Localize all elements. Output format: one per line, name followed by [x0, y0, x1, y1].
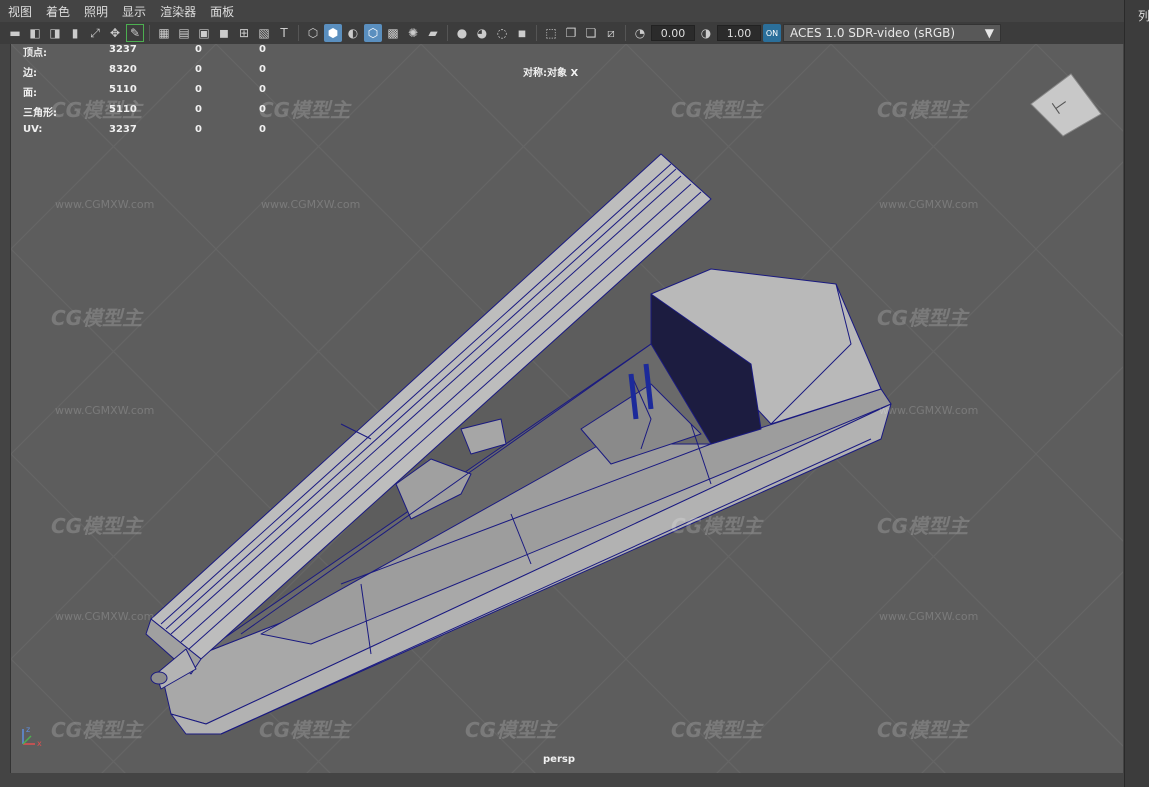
viewport-toolbar: ▬ ◧ ◨ ▮ ⤢ ✥ ✎ ▦ ▤ ▣ ◼ ⊞ ▧ T ⬡ ⬢ ◐ ⬡ ▩ ✺ … [0, 22, 1124, 44]
color-management-toggle[interactable]: ON [763, 24, 781, 42]
viewport-persp[interactable]: ⊢ z x 顶点: 3237 0 0 边: 8320 0 0 面: 5110 0… [10, 44, 1123, 773]
hud-label: 顶点: [23, 48, 47, 59]
chevron-down-icon: ▼ [984, 26, 994, 40]
watermark-logo: CG模型主 [259, 98, 351, 122]
watermark-logo: CG模型主 [671, 514, 763, 538]
menu-show[interactable]: 显示 [122, 3, 146, 20]
camera-attributes-icon[interactable]: ◧ [26, 24, 44, 42]
watermark-url: www.CGMXW.com [55, 610, 155, 623]
watermark-logo: CG模型主 [877, 718, 969, 742]
exposure-icon[interactable]: ◔ [631, 24, 649, 42]
watermark-logo: CG模型主 [51, 98, 143, 122]
pencil-icon[interactable]: ✎ [126, 24, 144, 42]
motion-blur-icon[interactable]: ◕ [473, 24, 491, 42]
watermark-logo: CG模型主 [671, 718, 763, 742]
hud-edges-row: 边: 8320 0 0 [23, 64, 266, 79]
watermark-logo: CG模型主 [671, 98, 763, 122]
watermark-url: www.CGMXW.com [55, 404, 155, 417]
film-gate-icon[interactable]: ▤ [175, 24, 193, 42]
menu-lighting[interactable]: 照明 [84, 3, 108, 20]
hud-value: 8320 [109, 64, 137, 75]
2d-pan-icon[interactable]: ⤢ [86, 24, 104, 42]
anti-aliasing-icon[interactable]: ◌ [493, 24, 511, 42]
hud-value: 0 [259, 44, 266, 55]
separator [298, 25, 299, 41]
smooth-shade-icon[interactable]: ⬢ [324, 24, 342, 42]
watermark-url: www.CGMXW.com [55, 198, 155, 211]
watermark-logo: CG模型主 [877, 306, 969, 330]
separator [536, 25, 537, 41]
hud-value: 0 [195, 104, 202, 115]
field-chart-icon[interactable]: ⊞ [235, 24, 253, 42]
axis-x-label: x [37, 739, 42, 748]
hud-value: 3237 [109, 44, 137, 55]
hud-value: 0 [195, 44, 202, 55]
symmetry-label: 对称:对象 X [523, 68, 579, 79]
shadows-icon[interactable]: ▰ [424, 24, 442, 42]
watermark-logo: CG模型主 [51, 514, 143, 538]
wireframe-on-shaded-icon[interactable]: ⬡ [364, 24, 382, 42]
isolate-select-icon[interactable]: ⬚ [542, 24, 560, 42]
hud-value: 0 [259, 124, 266, 135]
watermark-url: www.CGMXW.com [879, 610, 979, 623]
separator [625, 25, 626, 41]
hud-value: 0 [195, 84, 202, 95]
xray-icon[interactable]: ❐ [562, 24, 580, 42]
resolution-gate-icon[interactable]: ▣ [195, 24, 213, 42]
menu-panels[interactable]: 面板 [210, 3, 234, 20]
grid-icon[interactable]: ▦ [155, 24, 173, 42]
bottom-strip [0, 775, 1124, 787]
watermark-logo: CG模型主 [877, 514, 969, 538]
right-side-panel [1124, 0, 1149, 787]
watermark-logo: CG模型主 [259, 718, 351, 742]
hud-uv-row: UV: 3237 0 0 [23, 124, 266, 135]
menubar: 视图 着色 照明 显示 渲染器 面板 [0, 0, 1124, 22]
image-plane-icon[interactable]: ▮ [66, 24, 84, 42]
textured-icon[interactable]: ▩ [384, 24, 402, 42]
bookmark-icon[interactable]: ◨ [46, 24, 64, 42]
backface-icon[interactable]: ⧄ [602, 24, 620, 42]
hud-vertices-row: 顶点: 3237 0 0 [23, 44, 266, 59]
gamma-icon[interactable]: ◑ [697, 24, 715, 42]
wireframe-icon[interactable]: ⬡ [304, 24, 322, 42]
xray-joints-icon[interactable]: ❏ [582, 24, 600, 42]
exposure-field[interactable]: 0.00 [651, 25, 695, 41]
default-material-icon[interactable]: ◐ [344, 24, 362, 42]
hud-label: 边: [23, 68, 37, 79]
watermark-logo: CG模型主 [877, 98, 969, 122]
gamma-field[interactable]: 1.00 [717, 25, 761, 41]
safe-action-icon[interactable]: ▧ [255, 24, 273, 42]
depth-of-field-icon[interactable]: ◾ [513, 24, 531, 42]
grease-pencil-icon[interactable]: ✥ [106, 24, 124, 42]
hud-value: 0 [259, 64, 266, 75]
camera-name-label: persp [543, 754, 575, 765]
watermark-url: www.CGMXW.com [879, 404, 979, 417]
menu-view[interactable]: 视图 [8, 3, 32, 20]
menu-renderer[interactable]: 渲染器 [160, 3, 196, 20]
gate-mask-icon[interactable]: ◼ [215, 24, 233, 42]
ambient-occlusion-icon[interactable]: ● [453, 24, 471, 42]
safe-title-icon[interactable]: T [275, 24, 293, 42]
watermark-logo: CG模型主 [51, 306, 143, 330]
axis-z-label: z [26, 725, 30, 734]
separator [447, 25, 448, 41]
right-panel-label[interactable]: 列 [1138, 7, 1149, 24]
hud-value: 0 [195, 64, 202, 75]
lights-icon[interactable]: ✺ [404, 24, 422, 42]
hud-value: 3237 [109, 124, 137, 135]
camera-select-icon[interactable]: ▬ [6, 24, 24, 42]
watermark-logo: CG模型主 [51, 718, 143, 742]
hud-value: 0 [195, 124, 202, 135]
watermark-url: www.CGMXW.com [261, 198, 361, 211]
view-transform-value: ACES 1.0 SDR-video (sRGB) [790, 26, 956, 40]
menu-shading[interactable]: 着色 [46, 3, 70, 20]
separator [149, 25, 150, 41]
watermark-logo: CG模型主 [465, 718, 557, 742]
watermark-url: www.CGMXW.com [879, 198, 979, 211]
hud-label: UV: [23, 124, 43, 135]
view-transform-select[interactable]: ACES 1.0 SDR-video (sRGB) ▼ [783, 24, 1001, 42]
